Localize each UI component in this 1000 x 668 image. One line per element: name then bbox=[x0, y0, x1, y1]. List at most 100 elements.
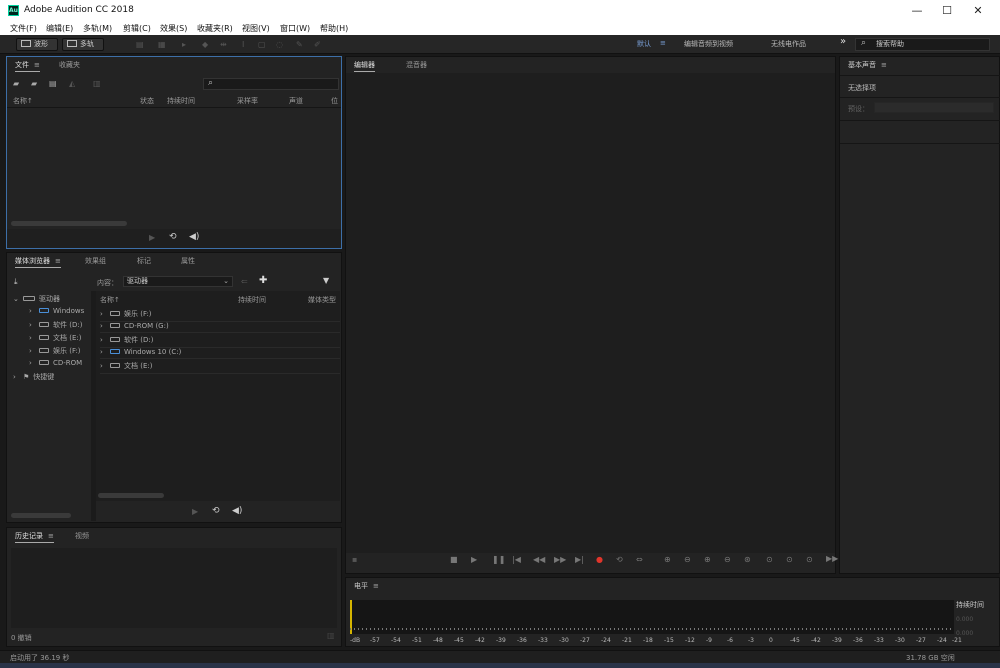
close-button[interactable]: ✕ bbox=[962, 0, 994, 21]
tree-item-cdrom[interactable]: › CD-ROM bbox=[29, 359, 82, 367]
menu-favorites[interactable]: 收藏夹(R) bbox=[197, 23, 233, 34]
zoom-in-amplitude-icon[interactable]: ⊕ bbox=[664, 555, 671, 564]
record-icon[interactable]: ● bbox=[596, 555, 603, 564]
list-horizontal-scrollbar[interactable] bbox=[98, 493, 164, 498]
zoom-selection-icon[interactable]: ⊙ bbox=[766, 555, 773, 564]
tab-media-browser[interactable]: 媒体浏览器 ≡ bbox=[15, 256, 61, 268]
tab-effects-rack[interactable]: 效果组 bbox=[85, 256, 106, 266]
tab-markers[interactable]: 标记 bbox=[137, 256, 151, 266]
play-icon[interactable]: ▶ bbox=[192, 507, 198, 516]
workspace-radio-production[interactable]: 无线电作品 bbox=[771, 39, 806, 49]
workspace-edit-audio-to-video[interactable]: 编辑音频到视频 bbox=[684, 39, 733, 49]
column-duration[interactable]: 持续时间 bbox=[167, 96, 195, 106]
list-item[interactable]: › Windows 10 (C:) bbox=[100, 348, 340, 359]
zoom-full-icon[interactable]: ⊛ bbox=[744, 555, 751, 564]
back-icon[interactable]: ⇐ bbox=[241, 277, 248, 286]
rewind-icon[interactable]: ◀◀ bbox=[533, 555, 545, 564]
tree-item-drive-f[interactable]: › 娱乐 (F:) bbox=[29, 346, 81, 356]
content-dropdown[interactable]: 驱动器 ⌄ bbox=[123, 276, 233, 287]
insert-multitrack-icon[interactable]: ◭ bbox=[69, 79, 75, 88]
menu-view[interactable]: 视图(V) bbox=[242, 23, 270, 34]
zoom-out-time-icon[interactable]: ⊖ bbox=[724, 555, 731, 564]
workspace-default[interactable]: 默认 bbox=[637, 39, 651, 49]
move-tool-icon[interactable]: ▸ bbox=[182, 40, 186, 49]
marquee-tool-icon[interactable]: ▢ bbox=[258, 40, 266, 49]
menu-file[interactable]: 文件(F) bbox=[10, 23, 37, 34]
list-item[interactable]: › 软件 (D:) bbox=[100, 335, 340, 348]
zoom-in-time-icon[interactable]: ⊕ bbox=[704, 555, 711, 564]
add-shortcut-icon[interactable]: ✚ bbox=[259, 275, 267, 286]
menu-multitrack[interactable]: 多轨(M) bbox=[83, 23, 112, 34]
column-status[interactable]: 状态 bbox=[140, 96, 154, 106]
skip-selection-icon[interactable]: ⇔ bbox=[636, 555, 643, 564]
new-file-icon[interactable]: ▤ bbox=[49, 79, 57, 88]
autoplay-icon[interactable]: ◀) bbox=[232, 506, 242, 516]
play-icon[interactable]: ▶ bbox=[471, 555, 477, 564]
spectral-pitch-icon[interactable]: ▦ bbox=[158, 40, 166, 49]
column-name[interactable]: 名称↑ bbox=[13, 96, 33, 106]
column-sample-rate[interactable]: 采样率 bbox=[237, 96, 258, 106]
tab-editor[interactable]: 编辑器 bbox=[354, 60, 375, 72]
tab-favorites[interactable]: 收藏夹 bbox=[59, 60, 80, 70]
import-file-icon[interactable]: ▰ bbox=[31, 79, 37, 88]
tree-item-drive-e[interactable]: › 文档 (E:) bbox=[29, 333, 81, 343]
spot-healing-icon[interactable]: ✐ bbox=[314, 40, 321, 49]
tree-item-drive-d[interactable]: › 软件 (D:) bbox=[29, 320, 82, 330]
editor-canvas[interactable] bbox=[346, 73, 835, 553]
minimize-button[interactable]: — bbox=[901, 0, 933, 21]
workspace-overflow-icon[interactable]: » bbox=[840, 36, 846, 47]
multitrack-view-button[interactable]: 多轨 bbox=[62, 38, 104, 51]
razor-tool-icon[interactable]: ◆ bbox=[202, 40, 208, 49]
column-channels[interactable]: 声道 bbox=[289, 96, 303, 106]
tab-mixer[interactable]: 混音器 bbox=[406, 60, 427, 70]
tree-item-drives[interactable]: ⌄ 驱动器 bbox=[13, 294, 60, 304]
help-search-input[interactable]: ⌕ 搜索帮助 bbox=[855, 38, 990, 51]
stop-icon[interactable]: ■ bbox=[450, 555, 458, 564]
trash-icon[interactable]: ▥ bbox=[327, 631, 335, 640]
menu-clip[interactable]: 剪辑(C) bbox=[123, 23, 151, 34]
loop-icon[interactable]: ⟲ bbox=[212, 506, 220, 516]
files-search-input[interactable]: ⌕ bbox=[203, 78, 339, 90]
preset-dropdown[interactable] bbox=[874, 102, 994, 113]
tree-horizontal-scrollbar[interactable] bbox=[11, 513, 71, 518]
open-folder-icon[interactable]: ▰ bbox=[13, 79, 19, 88]
filter-icon[interactable]: ▼ bbox=[323, 276, 329, 285]
menu-edit[interactable]: 编辑(E) bbox=[46, 23, 73, 34]
list-item[interactable]: › 文档 (E:) bbox=[100, 361, 340, 374]
list-item[interactable]: › CD-ROM (G:) bbox=[100, 322, 340, 333]
loop-icon[interactable]: ⟲ bbox=[616, 555, 623, 564]
slip-tool-icon[interactable]: ⇹ bbox=[220, 40, 227, 49]
column-bit-depth[interactable]: 位 bbox=[331, 96, 338, 106]
zoom-out-point-icon[interactable]: ⊙ bbox=[806, 555, 813, 564]
tab-levels[interactable]: 电平 ≡ bbox=[354, 581, 379, 591]
tree-item-windows[interactable]: › Windows bbox=[29, 307, 84, 315]
loop-icon[interactable]: ⟲ bbox=[169, 232, 177, 242]
tab-video[interactable]: 视频 bbox=[75, 531, 89, 541]
tab-essential-sound[interactable]: 基本声音 ≡ bbox=[848, 60, 887, 71]
autoplay-icon[interactable]: ◀) bbox=[189, 232, 199, 242]
time-selection-tool-icon[interactable]: I bbox=[242, 40, 244, 49]
go-to-end-icon[interactable]: ▶▶ bbox=[826, 554, 838, 563]
pause-icon[interactable]: ❚❚ bbox=[492, 555, 505, 564]
list-item[interactable]: › 娱乐 (F:) bbox=[100, 309, 340, 322]
list-column-media-type[interactable]: 媒体类型 bbox=[308, 295, 336, 305]
delete-file-icon[interactable]: ▥ bbox=[93, 79, 101, 88]
fast-forward-icon[interactable]: ▶▶ bbox=[554, 555, 566, 564]
zoom-in-point-icon[interactable]: ⊙ bbox=[786, 555, 793, 564]
workspace-menu-icon[interactable]: ≡ bbox=[660, 39, 666, 47]
tab-properties[interactable]: 属性 bbox=[181, 256, 195, 266]
previous-icon[interactable]: |◀ bbox=[512, 555, 521, 564]
files-horizontal-scrollbar[interactable] bbox=[11, 221, 127, 226]
next-icon[interactable]: ▶| bbox=[575, 555, 584, 564]
zoom-out-amplitude-icon[interactable]: ⊖ bbox=[684, 555, 691, 564]
tab-files[interactable]: 文件 ≡ bbox=[15, 60, 40, 72]
waveform-view-button[interactable]: 波形 bbox=[16, 38, 58, 51]
maximize-button[interactable]: ☐ bbox=[931, 0, 963, 21]
list-column-name[interactable]: 名称↑ bbox=[100, 295, 120, 305]
tree-item-shortcuts[interactable]: › ⚑ 快捷键 bbox=[13, 372, 54, 382]
download-icon[interactable]: ⤓ bbox=[14, 277, 18, 287]
list-column-duration[interactable]: 持续时间 bbox=[238, 295, 266, 305]
lasso-tool-icon[interactable]: ◌ bbox=[276, 40, 283, 49]
play-icon[interactable]: ▶ bbox=[149, 233, 155, 242]
brush-tool-icon[interactable]: ✎ bbox=[296, 40, 303, 49]
